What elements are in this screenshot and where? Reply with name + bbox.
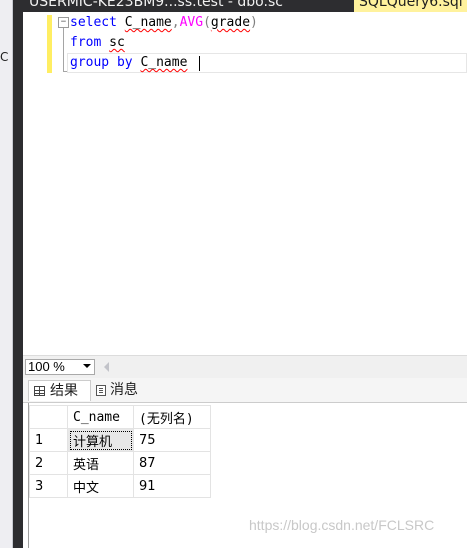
tab-messages-label: 消息 [110,382,138,398]
zoom-select[interactable]: 100 % [25,359,95,375]
outline-guide [63,28,64,72]
chevron-down-icon [83,364,91,368]
table-cell[interactable]: 75 [133,428,211,452]
table-cell[interactable]: 计算机 [67,428,134,452]
tab-messages[interactable]: 消息 [93,380,150,401]
paren-close: ) [250,15,258,30]
table-cell[interactable]: 中文 [67,474,134,498]
table-cell[interactable]: 91 [133,474,211,498]
header-row: C_name (无列名) [29,405,211,429]
collapse-icon[interactable]: − [58,17,69,28]
identifier-c-name-group: C_name [140,55,188,70]
code-line-1[interactable]: select C_name,AVG(grade) [70,13,258,33]
scroll-left-arrow-icon[interactable] [104,362,109,372]
identifier-sc: sc [109,35,125,50]
query-window: USERMIC-KE23BM9...ss.test - dbo.sc SQLQu… [23,0,467,548]
row-number[interactable]: 2 [29,451,68,475]
paren-open: ( [203,15,211,30]
document-tab-bar: USERMIC-KE23BM9...ss.test - dbo.sc SQLQu… [23,0,467,12]
keyword-from: from [70,35,102,50]
row-number[interactable]: 3 [29,474,68,498]
table-row[interactable]: 3 中文 91 [29,474,211,498]
sql-editor[interactable]: − select C_name,AVG(grade) from sc group… [23,12,467,355]
grid-icon [34,386,45,396]
keyword-by: by [116,55,133,70]
row-header-corner[interactable] [29,405,68,429]
tab-results-label: 结果 [50,383,78,399]
tab-sqlquery6[interactable]: SQLQuery6.sql [354,0,467,12]
tab-results[interactable]: 结果 [28,380,91,401]
table-row[interactable]: 2 英语 87 [29,451,211,475]
results-grid[interactable]: C_name (无列名) 1 计算机 75 2 英语 87 3 中文 91 [29,405,211,498]
function-avg: AVG [179,15,204,30]
tab-sqlquery6-label: SQLQuery6.sql [359,0,463,10]
comma: , [171,15,180,30]
text-caret [199,56,200,71]
column-header-c-name[interactable]: C_name [67,405,134,429]
table-row[interactable]: 1 计算机 75 [29,428,211,452]
identifier-c-name: C_name [124,15,172,30]
column-header-no-name[interactable]: (无列名) [133,405,211,429]
results-tab-strip: 结果 消息 [23,378,467,403]
zoom-value: 100 % [28,359,65,374]
object-explorer-strip: C [0,0,13,548]
code-line-3[interactable]: group by C_name [70,53,187,73]
table-cell[interactable]: 87 [133,451,211,475]
keyword-group: group [70,55,110,70]
change-tracking-marker [47,15,52,73]
identifier-grade: grade [210,15,251,30]
tab-query-connection[interactable]: USERMIC-KE23BM9...ss.test - dbo.sc [23,0,289,12]
watermark: https://blog.csdn.net/FCLSRC [249,517,435,533]
row-number[interactable]: 1 [29,428,68,452]
object-explorer-fragment: C [0,50,9,64]
code-line-2[interactable]: from sc [70,33,125,53]
zoom-bar: 100 % [23,355,467,378]
table-cell[interactable]: 英语 [67,451,134,475]
messages-icon [96,385,106,396]
keyword-select: select [70,15,117,30]
panel-splitter[interactable] [13,0,23,548]
